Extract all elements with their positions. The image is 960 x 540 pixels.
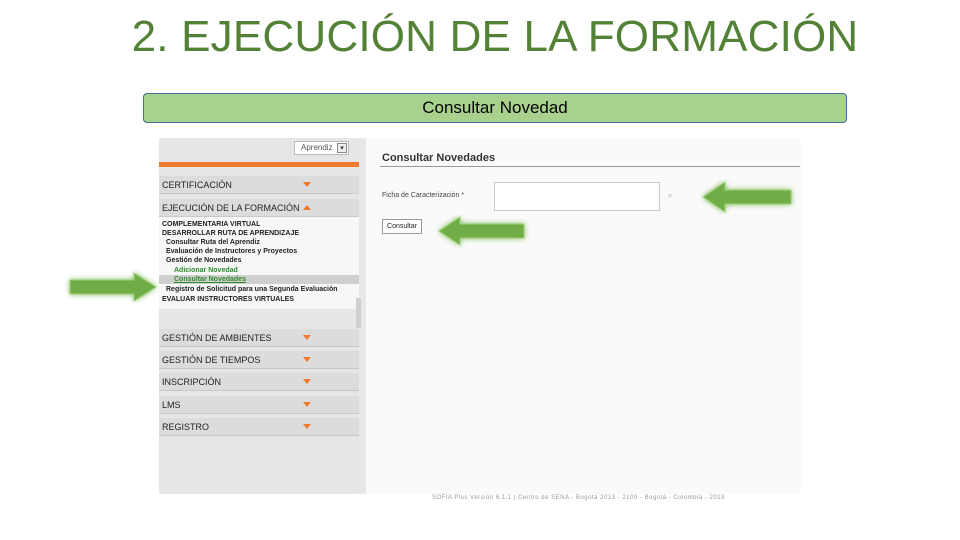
menu-item-label: INSCRIPCIÓN [162,377,222,387]
search-icon[interactable]: ⌕ [668,191,672,201]
menu-item-gestion-ambientes[interactable]: GESTIÓN DE AMBIENTES [159,329,359,347]
triangle-down-icon [303,402,311,407]
submenu-evaluacion[interactable]: Evaluación de Instructores y Proyectos [166,247,297,256]
submenu-adicionar-novedad[interactable]: Adicionar Novedad [174,266,238,275]
subtitle-banner: Consultar Novedad [143,93,847,123]
menu-item-label: GESTIÓN DE TIEMPOS [162,355,261,365]
menu-item-inscripcion[interactable]: INSCRIPCIÓN [159,373,359,391]
submenu-registro-solicitud[interactable]: Registro de Solicitud para una Segunda E… [166,285,338,294]
menu-item-certificacion[interactable]: CERTIFICACIÓN [159,176,359,194]
subtitle-text: Consultar Novedad [422,98,568,117]
menu-item-registro[interactable]: REGISTRO [159,418,359,436]
submenu-desarrollar[interactable]: DESARROLLAR RUTA DE APRENDIZAJE [162,229,299,238]
triangle-down-icon [303,182,311,187]
chevron-down-icon[interactable]: ▾ [337,143,347,153]
menu-item-lms[interactable]: LMS [159,396,359,414]
triangle-down-icon [303,424,311,429]
menu-divider [159,162,359,167]
triangle-down-icon [303,379,311,384]
sidebar: Aprendiz ▾ CERTIFICACIÓN EJECUCIÓN DE LA… [159,138,361,494]
footer-text: SOFIA Plus Versión 6.1.1 | Centro de SEN… [432,495,725,501]
menu-item-label: GESTIÓN DE AMBIENTES [162,333,272,343]
submenu-consultar-ruta[interactable]: Consultar Ruta del Aprendiz [166,238,260,247]
arrow-left-icon [438,216,525,246]
slide-title: 2. EJECUCIÓN DE LA FORMACIÓN [131,12,859,61]
submenu-consultar-novedades[interactable]: Consultar Novedades [159,275,359,284]
menu-item-label: EJECUCIÓN DE LA FORMACIÓN [162,203,300,213]
menu-item-ejecucion[interactable]: EJECUCIÓN DE LA FORMACIÓN [159,199,359,217]
triangle-up-icon [303,205,311,210]
ficha-input[interactable] [494,182,660,211]
menu-item-label: CERTIFICACIÓN [162,180,232,190]
submenu-ejecucion: COMPLEMENTARIA VIRTUAL DESARROLLAR RUTA … [159,217,359,309]
ficha-label: Ficha de Caracterización * [382,192,465,199]
content-title: Consultar Novedades [382,152,496,164]
submenu-evaluar-instructores[interactable]: EVALUAR INSTRUCTORES VIRTUALES [162,295,294,304]
role-select[interactable]: Aprendiz ▾ [294,141,349,155]
consultar-button[interactable]: Consultar [382,219,422,234]
triangle-down-icon [303,357,311,362]
menu-item-label: LMS [162,400,181,410]
submenu-gestion-novedades[interactable]: Gestión de Novedades [166,256,241,265]
role-select-value: Aprendiz [301,143,333,152]
arrow-left-icon [702,181,792,213]
menu-item-label: REGISTRO [162,422,210,432]
triangle-down-icon [303,335,311,340]
submenu-complementaria[interactable]: COMPLEMENTARIA VIRTUAL [162,220,260,229]
title-divider [380,166,800,167]
menu-item-gestion-tiempos[interactable]: GESTIÓN DE TIEMPOS [159,351,359,369]
arrow-right-icon [69,272,157,302]
sidebar-scrollbar[interactable] [356,298,361,328]
